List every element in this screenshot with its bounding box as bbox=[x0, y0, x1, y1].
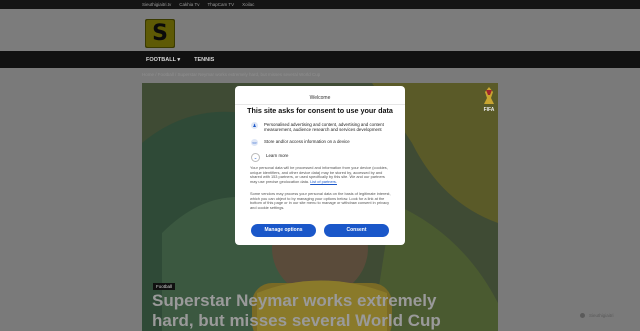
fifa-label: FIFA bbox=[483, 107, 495, 113]
manage-options-button[interactable]: Manage options bbox=[251, 224, 316, 237]
purpose-item: ♟ Personalised advertising and content, … bbox=[251, 122, 400, 132]
top-links: Sieuthigiaitri.tv Cakhia Tv ThapCam TV X… bbox=[142, 0, 254, 9]
device-icon: ▭ bbox=[251, 139, 258, 146]
top-link[interactable]: Xoilac bbox=[242, 2, 254, 7]
consent-button[interactable]: Consent bbox=[324, 224, 389, 237]
learn-more-toggle[interactable]: ⌄ Learn more bbox=[251, 153, 402, 162]
top-bar bbox=[0, 0, 640, 9]
purpose-text: Store and/or access information on a dev… bbox=[264, 139, 350, 144]
person-icon: ♟ bbox=[251, 122, 258, 129]
nav-item-tennis[interactable]: TENNIS bbox=[194, 57, 214, 63]
legitimate-interest-text: Some vendors may process your personal d… bbox=[250, 191, 391, 210]
watermark: Sieuthigiaitri bbox=[580, 313, 614, 318]
consent-dialog: Welcome This site asks for consent to us… bbox=[235, 86, 405, 245]
category-badge[interactable]: Football bbox=[153, 283, 176, 290]
article-headline[interactable]: Superstar Neymar works extremely hard, b… bbox=[152, 291, 452, 331]
top-link[interactable]: ThapCam TV bbox=[207, 2, 234, 7]
purpose-text: Personalised advertising and content, ad… bbox=[264, 122, 384, 133]
nav-bar bbox=[0, 51, 640, 68]
site-logo[interactable]: S bbox=[145, 19, 175, 48]
main-nav: FOOTBALL ▾ TENNIS bbox=[146, 51, 214, 68]
top-link[interactable]: Sieuthigiaitri.tv bbox=[142, 2, 171, 7]
site-header bbox=[0, 9, 640, 51]
divider bbox=[235, 104, 405, 105]
partners-link[interactable]: List of partners. bbox=[310, 179, 337, 184]
watermark-text: Sieuthigiaitri bbox=[589, 313, 614, 318]
logo-letter: S bbox=[152, 21, 168, 46]
top-link[interactable]: Cakhia Tv bbox=[179, 2, 199, 7]
chevron-down-icon: ⌄ bbox=[251, 153, 260, 162]
nav-item-football[interactable]: FOOTBALL ▾ bbox=[146, 57, 180, 63]
badge-icon bbox=[580, 313, 585, 318]
breadcrumb: Home / Football / Superstar Neymar works… bbox=[142, 72, 321, 77]
consent-description: Your personal data will be processed and… bbox=[250, 165, 392, 184]
logo-box: S bbox=[146, 20, 174, 47]
welcome-label: Welcome bbox=[309, 95, 331, 101]
purpose-item: ▭ Store and/or access information on a d… bbox=[251, 139, 400, 146]
consent-title: This site asks for consent to use your d… bbox=[247, 106, 393, 115]
learn-more-label: Learn more bbox=[266, 153, 289, 158]
